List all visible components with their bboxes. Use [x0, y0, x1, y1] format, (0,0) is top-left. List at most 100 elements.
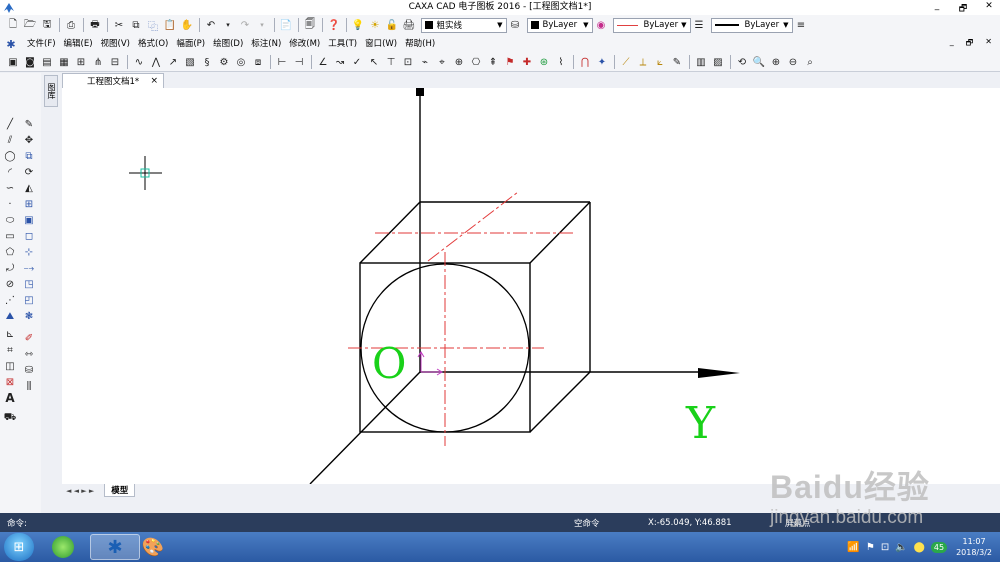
- extend-tool-icon[interactable]: ⤍: [22, 261, 36, 275]
- doc-restore-button[interactable]: 🗗: [966, 37, 974, 51]
- arc-tool-icon[interactable]: ◜: [3, 165, 17, 179]
- title-block-icon[interactable]: ◙: [23, 55, 37, 69]
- menu-modify[interactable]: 修改(M): [285, 35, 324, 53]
- flag-icon[interactable]: ⚑: [866, 542, 875, 553]
- balloon-icon[interactable]: ✚: [520, 55, 534, 69]
- clock[interactable]: 11:07 2018/3/2: [956, 536, 992, 558]
- taskbar-browser[interactable]: [38, 534, 88, 560]
- copy-object-icon[interactable]: ⧉: [22, 149, 36, 163]
- menu-tools[interactable]: 工具(T): [324, 35, 361, 53]
- doc-close-button[interactable]: ✕: [985, 37, 992, 51]
- leader-icon[interactable]: ↖: [367, 55, 381, 69]
- chamfer-icon[interactable]: ⌇: [554, 55, 568, 69]
- wifi-icon[interactable]: 📶: [847, 542, 859, 553]
- clipboard-icon[interactable]: 📄: [279, 18, 293, 32]
- copy-icon[interactable]: ⧉: [129, 18, 143, 32]
- dimension-icon[interactable]: ⊢: [275, 55, 289, 69]
- menu-dimension[interactable]: 标注(N): [247, 35, 285, 53]
- menu-edit[interactable]: 编辑(E): [60, 35, 97, 53]
- command-prompt[interactable]: 命令:: [7, 517, 27, 529]
- dashed-line-icon[interactable]: ⋰: [3, 293, 17, 307]
- menu-draw[interactable]: 绘图(D): [209, 35, 247, 53]
- array-tool-icon[interactable]: ⊞: [22, 197, 36, 211]
- coordinate-dim-icon[interactable]: ⊣: [292, 55, 306, 69]
- taskbar-paint[interactable]: 🎨: [128, 534, 178, 560]
- dimension-tool-icon[interactable]: ⊾: [3, 327, 17, 341]
- menu-format[interactable]: 格式(O): [134, 35, 172, 53]
- drawing-canvas[interactable]: O Y: [62, 88, 1000, 484]
- arrow-line-icon[interactable]: ↗: [166, 55, 180, 69]
- save-icon[interactable]: 🖫: [40, 18, 54, 32]
- menu-view[interactable]: 视图(V): [97, 35, 134, 53]
- color-wheel-icon[interactable]: ◉: [594, 18, 608, 32]
- zoom-out-icon[interactable]: ⊖: [786, 55, 800, 69]
- print-icon[interactable]: 🖶: [88, 18, 102, 32]
- check-mark-icon[interactable]: ✓: [350, 55, 364, 69]
- stretch-tool-icon[interactable]: ◻: [22, 229, 36, 243]
- security-icon[interactable]: ⬤: [914, 542, 925, 553]
- open-file-icon[interactable]: 🗁: [23, 18, 37, 32]
- lineweight-combo[interactable]: ByLayer ▼: [710, 17, 793, 33]
- stack-tool-icon[interactable]: ⫼: [22, 379, 36, 393]
- layer-manager-icon[interactable]: 🗐: [303, 18, 317, 32]
- layer-settings-icon[interactable]: ⛁: [508, 18, 522, 32]
- redo-dropdown-icon[interactable]: ▾: [255, 18, 269, 32]
- doc-minimize-button[interactable]: _: [950, 37, 954, 51]
- border-icon[interactable]: ▤: [40, 55, 54, 69]
- layer-print-icon[interactable]: 🖨: [402, 18, 416, 32]
- zoom-window-icon[interactable]: 🔍: [752, 55, 766, 69]
- car-tool-icon[interactable]: ⛟: [3, 411, 17, 425]
- trim-icon[interactable]: ⟀: [653, 55, 667, 69]
- fillet-tool-icon[interactable]: ◳: [22, 277, 36, 291]
- bolt-icon[interactable]: ⧈: [251, 55, 265, 69]
- linetype-scale-icon[interactable]: ☰: [692, 18, 706, 32]
- match-properties-icon[interactable]: ▨: [711, 55, 725, 69]
- rotate-icon[interactable]: ⟳: [22, 165, 36, 179]
- menu-sheet[interactable]: 幅面(P): [172, 35, 209, 53]
- weld-icon[interactable]: ⌁: [418, 55, 432, 69]
- network-icon[interactable]: ⊡: [881, 542, 889, 553]
- menu-file[interactable]: 文件(F): [23, 35, 60, 53]
- properties-icon[interactable]: ▥: [694, 55, 708, 69]
- sequence-icon[interactable]: ⚑: [503, 55, 517, 69]
- layer-freeze-icon[interactable]: ☀: [368, 18, 382, 32]
- polygon-tool-icon[interactable]: ⬠: [3, 245, 17, 259]
- radius-dim-icon[interactable]: ↝: [333, 55, 347, 69]
- document-tab[interactable]: 工程图文档1* ×: [62, 73, 164, 88]
- block-tool-icon[interactable]: ⌗: [3, 343, 17, 357]
- zigzag-icon[interactable]: ⋀: [149, 55, 163, 69]
- sheet-nav-arrows[interactable]: ◄ ◄ ► ►: [66, 487, 94, 495]
- color-combo[interactable]: ByLayer ▼: [526, 17, 593, 33]
- undo-dropdown-icon[interactable]: ▾: [221, 18, 235, 32]
- explode-tool-icon[interactable]: ❃: [22, 309, 36, 323]
- mirror-tool-icon[interactable]: ◭: [22, 181, 36, 195]
- break-tool-icon[interactable]: ⇿: [22, 347, 36, 361]
- center-icon[interactable]: ⊛: [537, 55, 551, 69]
- volume-icon[interactable]: 🔈: [895, 542, 907, 553]
- scale-tool-icon[interactable]: ▣: [22, 213, 36, 227]
- wave-line-icon[interactable]: ∿: [132, 55, 146, 69]
- paste-icon[interactable]: 📋: [163, 18, 177, 32]
- hatch-icon[interactable]: ▧: [183, 55, 197, 69]
- text-tool-icon[interactable]: A: [3, 391, 17, 405]
- cut-icon[interactable]: ✂: [112, 18, 126, 32]
- layer-combo[interactable]: 粗实线 ▼: [420, 17, 507, 33]
- detail-icon[interactable]: ⊟: [108, 55, 122, 69]
- print-preview-icon[interactable]: ⎙: [64, 18, 78, 32]
- symbol-icon[interactable]: ⎔: [469, 55, 483, 69]
- lineweight-settings-icon[interactable]: ≡: [794, 18, 808, 32]
- circle-tool-icon[interactable]: ◯: [3, 149, 17, 163]
- edit-icon[interactable]: ✎: [670, 55, 684, 69]
- trim-tool-icon[interactable]: ⊹: [22, 245, 36, 259]
- frame-icon[interactable]: ▣: [6, 55, 20, 69]
- layer-on-icon[interactable]: 💡: [351, 18, 365, 32]
- new-file-icon[interactable]: 🗋: [6, 18, 20, 32]
- datum-icon[interactable]: ⌖: [435, 55, 449, 69]
- document-tab-close-icon[interactable]: ×: [150, 76, 158, 86]
- start-button[interactable]: ⊞: [4, 533, 34, 561]
- redraw-icon[interactable]: ⟲: [735, 55, 749, 69]
- caxa-menu-icon[interactable]: ✱: [3, 36, 19, 52]
- chamfer-tool-icon[interactable]: ◰: [22, 293, 36, 307]
- tray-badge[interactable]: 45: [930, 541, 948, 553]
- library-side-tab[interactable]: 图库: [44, 75, 58, 107]
